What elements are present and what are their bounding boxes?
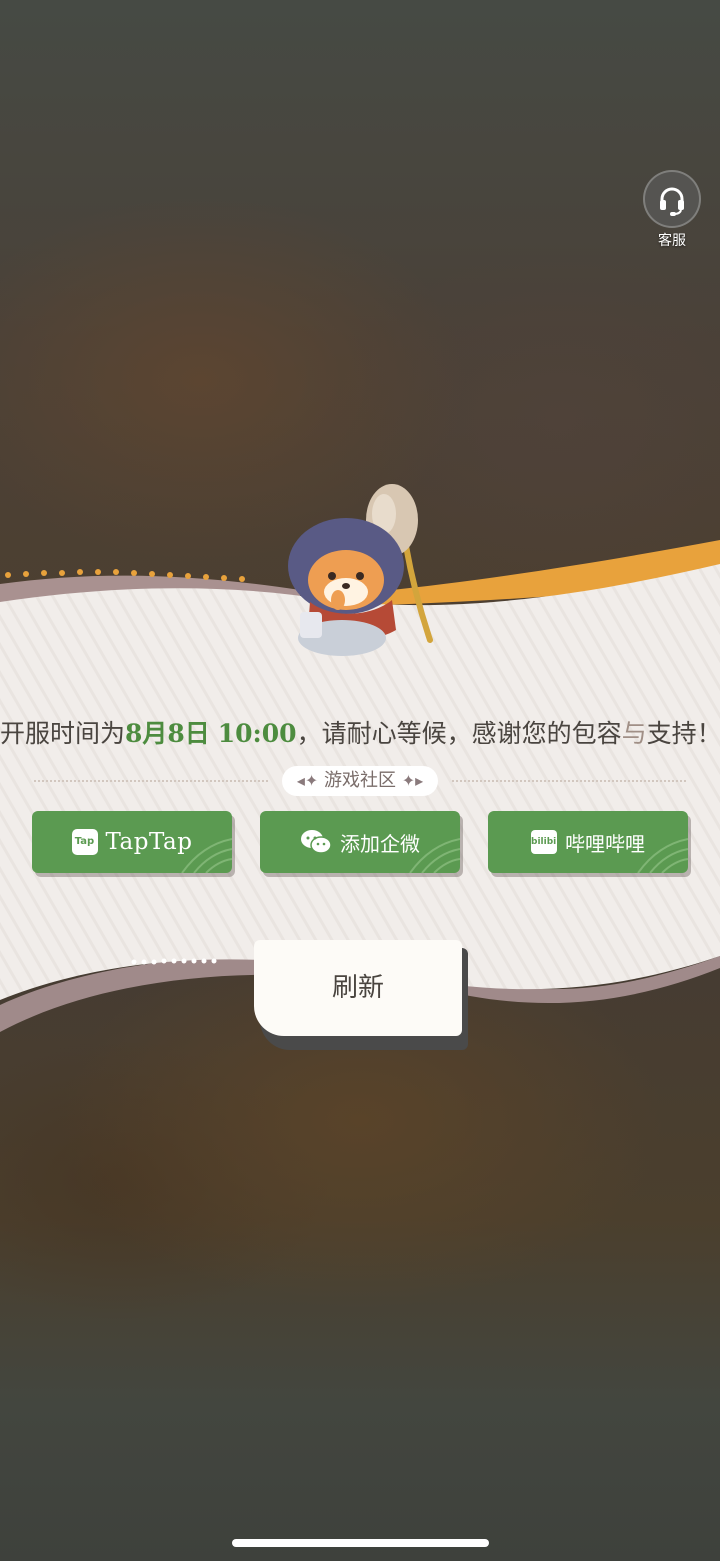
headset-icon: [643, 170, 701, 228]
arrow-left-icon: ◂✦: [296, 771, 319, 790]
refresh-button[interactable]: 刷新: [254, 940, 462, 1036]
divider-line-left: [34, 780, 268, 782]
bilibili-icon: bilibili: [531, 830, 562, 854]
community-label-pill: ◂✦ 游戏社区 ✦▸: [282, 766, 438, 796]
customer-service-label: 客服: [658, 233, 686, 249]
wechat-icon: [301, 830, 332, 854]
bilibili-label: 哔哩哔哩: [565, 831, 645, 856]
home-indicator[interactable]: [232, 1539, 489, 1547]
notice-connector: 与: [621, 719, 647, 748]
wechat-button[interactable]: 添加企微: [260, 811, 460, 873]
taptap-label: TapTap: [105, 829, 193, 855]
community-divider: ◂✦ 游戏社区 ✦▸: [34, 766, 686, 796]
notice-suffix-a: ，请耐心等候，感谢您的包容: [296, 719, 622, 748]
mascot-character: [288, 484, 433, 656]
server-open-notice: 开服时间为8月8日 10:00，请耐心等候，感谢您的包容与支持！: [0, 712, 720, 756]
notice-time: 10:00: [217, 719, 297, 748]
taptap-icon: Tap: [71, 829, 98, 855]
taptap-button[interactable]: Tap TapTap: [32, 811, 232, 873]
customer-service-button[interactable]: 客服: [642, 170, 702, 250]
divider-line-right: [452, 780, 686, 782]
notice-suffix-b: 支持！: [646, 719, 720, 748]
arrow-right-icon: ✦▸: [401, 771, 424, 790]
community-label: 游戏社区: [324, 770, 396, 791]
wechat-label: 添加企微: [340, 831, 420, 856]
notice-prefix: 开服时间为: [0, 719, 126, 748]
notice-date: 8月8日: [125, 719, 210, 748]
bilibili-button[interactable]: bilibili 哔哩哔哩: [488, 811, 688, 873]
